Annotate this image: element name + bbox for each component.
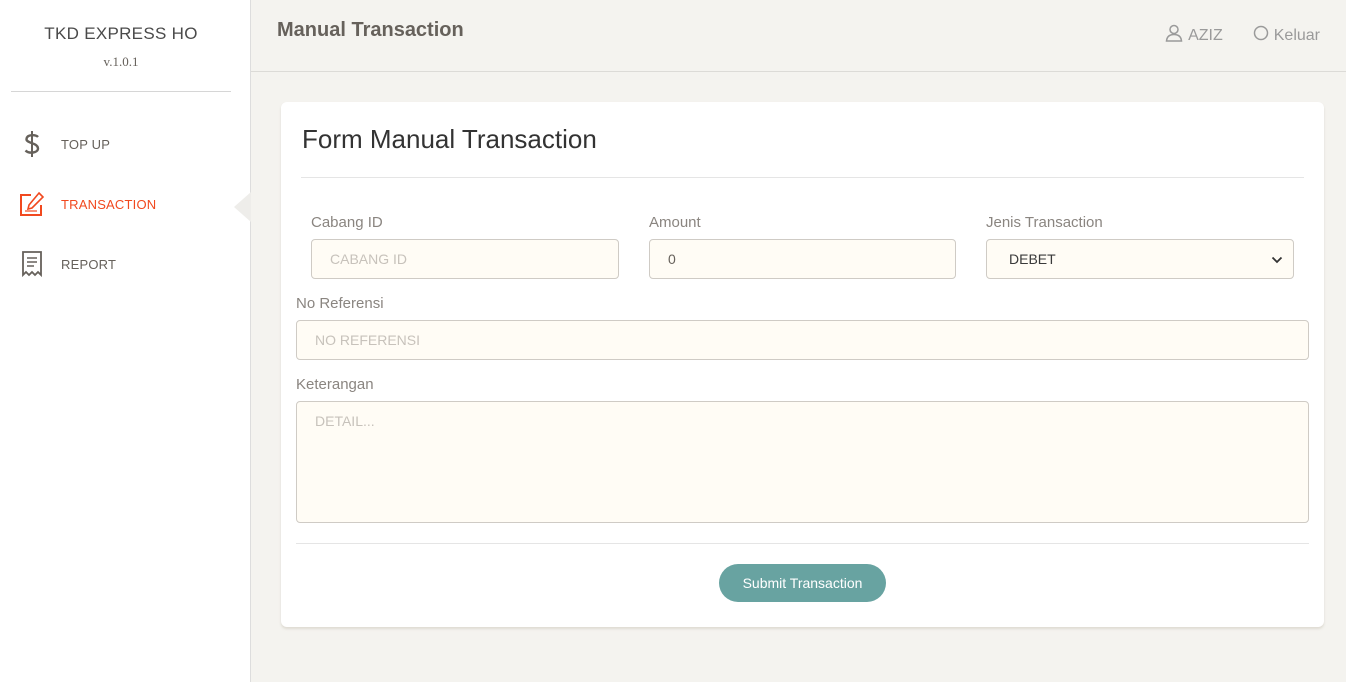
cabang-id-placeholder: CABANG ID — [330, 251, 408, 267]
sidebar-nav: TOP UP TRANSACTION REPORT — [0, 114, 251, 294]
sidebar-item-label: TOP UP — [61, 136, 111, 152]
amount-label: Amount — [649, 214, 701, 231]
top-header: Manual Transaction AZIZ Keluar — [251, 0, 1346, 72]
user-menu[interactable]: AZIZ — [1165, 24, 1223, 47]
chevron-down-icon — [1271, 251, 1283, 267]
transaction-form-card: Form Manual Transaction Cabang ID CABANG… — [281, 102, 1324, 627]
dollar-icon — [18, 129, 46, 159]
logout-label: Keluar — [1273, 26, 1320, 44]
user-name: AZIZ — [1188, 26, 1223, 44]
cabang-id-input[interactable]: CABANG ID — [311, 239, 619, 279]
sidebar: TKD EXPRESS HO v.1.0.1 TOP UP TRANSACTIO… — [0, 0, 251, 682]
sidebar-item-transaction[interactable]: TRANSACTION — [0, 174, 251, 234]
cabang-id-label: Cabang ID — [311, 214, 383, 231]
no-referensi-label: No Referensi — [296, 295, 384, 312]
brand-title: TKD EXPRESS HO — [44, 24, 198, 43]
divider — [296, 543, 1309, 544]
page-title: Manual Transaction — [277, 19, 464, 41]
sidebar-item-label: REPORT — [61, 256, 117, 272]
keterangan-placeholder: DETAIL... — [315, 413, 375, 429]
amount-input[interactable]: 0 — [649, 239, 956, 279]
header-actions: AZIZ Keluar — [1165, 24, 1320, 47]
keterangan-textarea[interactable]: DETAIL... — [296, 401, 1309, 523]
sidebar-item-report[interactable]: REPORT — [0, 234, 250, 294]
edit-icon — [18, 189, 46, 219]
logout-link[interactable]: Keluar — [1253, 25, 1320, 46]
divider — [301, 177, 1304, 178]
no-referensi-input[interactable]: NO REFERENSI — [296, 320, 1309, 360]
sidebar-item-top-up[interactable]: TOP UP — [0, 114, 250, 174]
jenis-transaction-value: DEBET — [1009, 251, 1056, 267]
user-icon — [1165, 24, 1183, 47]
jenis-transaction-select[interactable]: DEBET — [986, 239, 1294, 279]
sidebar-item-label: TRANSACTION — [61, 196, 157, 212]
power-icon — [1253, 25, 1269, 46]
submit-transaction-button[interactable]: Submit Transaction — [719, 564, 886, 602]
form-title: Form Manual Transaction — [302, 124, 597, 154]
amount-value: 0 — [668, 251, 676, 267]
jenis-transaction-label: Jenis Transaction — [986, 214, 1103, 231]
no-referensi-placeholder: NO REFERENSI — [315, 332, 421, 348]
receipt-icon — [18, 249, 46, 279]
keterangan-label: Keterangan — [296, 376, 374, 393]
brand: TKD EXPRESS HO v.1.0.1 — [11, 0, 231, 92]
brand-version: v.1.0.1 — [103, 54, 139, 69]
